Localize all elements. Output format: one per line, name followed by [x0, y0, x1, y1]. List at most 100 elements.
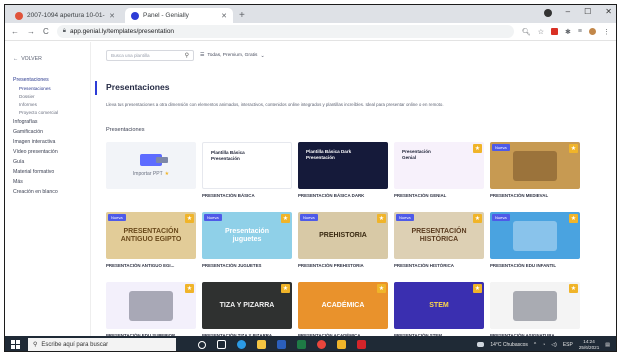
- template-thumbnail[interactable]: PRESENTACIÓN HISTÓRICA Nueva ★: [394, 212, 484, 259]
- url-field[interactable]: 🔒︎ app.genial.ly/templates/presentation: [56, 25, 514, 38]
- template-name: PRESENTACIÓN EDU INFANTIL: [490, 263, 557, 268]
- active-section-indicator: [95, 81, 97, 95]
- template-card[interactable]: Presentación Genial ★ PRESENTACIÓN GENIAL: [394, 142, 484, 202]
- close-tab-icon[interactable]: ✕: [109, 12, 115, 20]
- volume-icon[interactable]: ◁): [551, 342, 557, 348]
- word-icon[interactable]: [277, 340, 286, 349]
- template-thumbnail[interactable]: Presentación Genial ★: [394, 142, 484, 189]
- menu-icon[interactable]: ⋮: [603, 28, 610, 36]
- search-icon: ⚲: [33, 342, 38, 348]
- template-card[interactable]: PREHISTORIA Nueva ★ PRESENTACIÓN PREHISTORI…: [298, 212, 388, 272]
- template-thumbnail[interactable]: Plantilla Básica Presentación: [202, 142, 292, 189]
- sidebar-item[interactable]: Vídeo presentación: [5, 147, 90, 157]
- template-card[interactable]: ACADÉMICA ★ PRESENTACIÓN ACADÉMICA: [298, 282, 388, 336]
- template-card[interactable]: Plantilla Básica Presentación PRESENTACIÓ…: [202, 142, 292, 202]
- bookmark-star-icon[interactable]: ☆: [538, 28, 544, 36]
- minimize-icon[interactable]: –: [566, 7, 570, 17]
- cortana-icon[interactable]: [198, 340, 206, 349]
- reload-icon[interactable]: C: [43, 27, 49, 36]
- taskbar-search-input[interactable]: ⚲ Escribe aquí para buscar: [28, 338, 176, 351]
- template-thumbnail[interactable]: STEM ★: [394, 282, 484, 329]
- browser-tab-inactive[interactable]: 2007-1094 apertura 10-01-11€ ... ✕: [9, 8, 121, 23]
- template-grid: Importar PPT ★ Plantilla Básica Presentaci…: [106, 142, 580, 336]
- windows-taskbar: ⚲ Escribe aquí para buscar 14°C Chubasco…: [5, 336, 616, 351]
- chrome-icon[interactable]: [317, 340, 326, 349]
- search-input[interactable]: Busca una plantilla ⚲: [106, 50, 194, 61]
- template-thumbnail[interactable]: Nueva ★: [490, 212, 580, 259]
- clock[interactable]: 14:24 25/6/2021: [579, 339, 599, 351]
- back-link[interactable]: ← VOLVER: [5, 56, 90, 62]
- template-card[interactable]: ★ PRESENTACIÓN EDU SUPERIOR: [106, 282, 196, 336]
- chevron-down-icon: ⌄: [260, 52, 265, 59]
- extension-icon[interactable]: ✱: [565, 28, 571, 36]
- premium-star-icon: ★: [569, 214, 578, 223]
- extension-icon[interactable]: [551, 28, 559, 35]
- zoom-icon[interactable]: 🔍︎: [522, 28, 531, 36]
- notifications-icon[interactable]: ▤: [605, 342, 610, 348]
- template-thumbnail[interactable]: PRESENTACIÓN ANTIGUO EGIPTO Nueva ★: [106, 212, 196, 259]
- weather-text: 14°C Chubascos: [490, 341, 528, 348]
- sidebar-item[interactable]: Infografías: [5, 117, 90, 127]
- template-card[interactable]: Plantilla Básica Dark Presentación PRESEN…: [298, 142, 388, 202]
- template-thumbnail[interactable]: Importar PPT ★: [106, 142, 196, 189]
- sidebar-item[interactable]: Guía: [5, 157, 90, 167]
- template-name: PRESENTACIÓN BÁSICA DARK: [298, 193, 365, 198]
- task-view-icon[interactable]: [217, 340, 226, 349]
- reading-list-icon[interactable]: ≡: [578, 28, 582, 35]
- forward-icon[interactable]: →: [27, 27, 35, 36]
- template-thumbnail[interactable]: PREHISTORIA Nueva ★: [298, 212, 388, 259]
- close-window-icon[interactable]: ✕: [605, 7, 612, 17]
- import-ppt-card[interactable]: Importar PPT ★: [106, 142, 196, 202]
- new-tab-button[interactable]: +: [239, 10, 245, 21]
- sidebar-item[interactable]: Más: [5, 177, 90, 187]
- sidebar-item[interactable]: Creación en blanco: [5, 187, 90, 197]
- app-icon[interactable]: [337, 340, 346, 349]
- sidebar-subitem[interactable]: Informes: [5, 101, 90, 109]
- acrobat-icon[interactable]: [357, 340, 366, 349]
- main-content: Busca una plantilla ⚲ ☰ Todas, Premium, …: [92, 42, 616, 336]
- template-card[interactable]: STEM ★ PRESENTACIÓN STEM: [394, 282, 484, 336]
- template-card[interactable]: PRESENTACIÓN ANTIGUO EGIPTO Nueva ★ PRESENT…: [106, 212, 196, 272]
- template-thumbnail[interactable]: TIZA Y PIZARRA ★: [202, 282, 292, 329]
- filter-dropdown[interactable]: ☰ Todas, Premium, Gratis ⌄: [200, 53, 265, 59]
- template-card[interactable]: PRESENTACIÓN HISTÓRICA Nueva ★ PRESENTACIÓN…: [394, 212, 484, 272]
- template-thumbnail[interactable]: ★: [106, 282, 196, 329]
- illustration-image: [513, 150, 557, 181]
- sidebar-item[interactable]: Imagen interactiva: [5, 137, 90, 147]
- new-badge: Nueva: [492, 144, 510, 151]
- search-row: Busca una plantilla ⚲ ☰ Todas, Premium, …: [106, 50, 265, 61]
- file-explorer-icon[interactable]: [257, 340, 266, 349]
- template-thumbnail[interactable]: ACADÉMICA ★: [298, 282, 388, 329]
- close-tab-icon[interactable]: ✕: [221, 12, 227, 20]
- thumbnail-title: Plantilla Básica Presentación: [211, 150, 245, 161]
- windows-start-icon[interactable]: [11, 340, 20, 349]
- tray-arrow-icon[interactable]: ^: [534, 342, 536, 348]
- sidebar-item[interactable]: Gamificación: [5, 127, 90, 137]
- template-thumbnail[interactable]: Presentación juguetes Nueva ★: [202, 212, 292, 259]
- template-card[interactable]: Presentación juguetes Nueva ★ PRESENTACIÓN …: [202, 212, 292, 272]
- maximize-icon[interactable]: ☐: [584, 7, 591, 17]
- language-indicator[interactable]: ESP: [563, 342, 573, 348]
- browser-tab-active[interactable]: Panel - Genially ✕: [125, 8, 233, 23]
- edge-icon[interactable]: [237, 340, 246, 349]
- excel-icon[interactable]: [297, 340, 306, 349]
- template-card[interactable]: Nueva ★ PRESENTACIÓN EDU INFANTIL: [490, 212, 580, 272]
- premium-star-icon: ★: [569, 144, 578, 153]
- profile-icon[interactable]: [543, 9, 552, 17]
- template-thumbnail[interactable]: Plantilla Básica Dark Presentación: [298, 142, 388, 189]
- template-card[interactable]: Nueva ★ PRESENTACIÓN MEDIEVAL: [490, 142, 580, 202]
- sidebar-item[interactable]: Presentaciones: [5, 75, 90, 85]
- sidebar-subitem[interactable]: Presentaciones: [5, 85, 90, 93]
- back-icon[interactable]: ←: [11, 27, 19, 36]
- sidebar-subitem[interactable]: Proyecto comercial: [5, 109, 90, 117]
- avatar[interactable]: [589, 28, 596, 35]
- premium-star-icon: ★: [281, 284, 290, 293]
- template-card[interactable]: TIZA Y PIZARRA ★ PRESENTACIÓN TIZA Y PIZAR…: [202, 282, 292, 336]
- sidebar-item[interactable]: Material formativo: [5, 167, 90, 177]
- sidebar-subitem[interactable]: Dossier: [5, 93, 90, 101]
- template-card[interactable]: ★ PRESENTACIÓN ASIGNATURA: [490, 282, 580, 336]
- network-icon[interactable]: ◔: [542, 342, 545, 348]
- template-thumbnail[interactable]: ★: [490, 282, 580, 329]
- template-thumbnail[interactable]: Nueva ★: [490, 142, 580, 189]
- search-icon[interactable]: ⚲: [185, 52, 189, 59]
